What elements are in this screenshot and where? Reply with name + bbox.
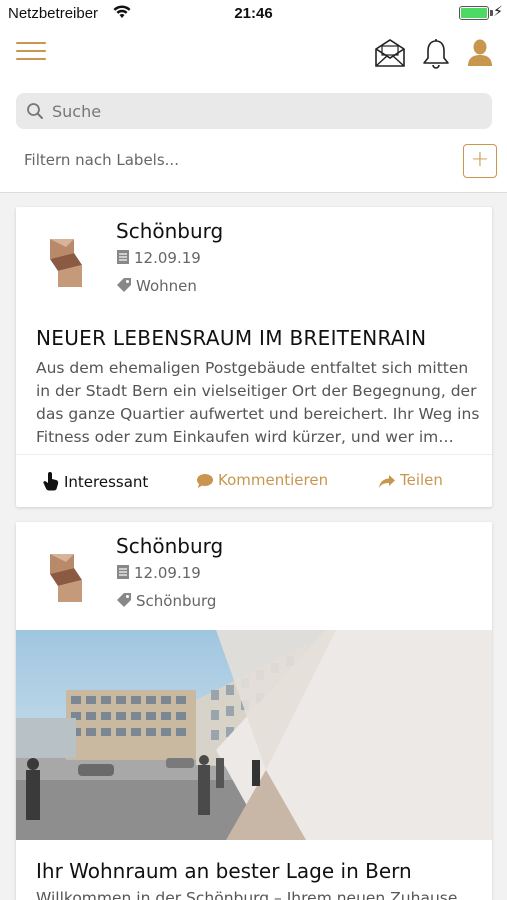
search-filter-area: + [0, 80, 507, 193]
user-icon [468, 39, 492, 66]
search-icon [27, 103, 43, 119]
clock: 21:46 [234, 5, 273, 22]
bell-icon [423, 39, 449, 69]
post-date-row: 12.09.19 [116, 564, 201, 582]
mail-button[interactable] [374, 38, 406, 70]
hand-pointer-icon [43, 472, 59, 491]
post-excerpt: Aus dem ehemaligen Postgebäude entfaltet… [36, 359, 480, 446]
interessant-button[interactable]: Interessant [42, 471, 148, 491]
post-date: 12.09.19 [134, 564, 201, 582]
share-arrow-icon [379, 475, 395, 488]
search-bar[interactable] [16, 93, 492, 129]
post-card[interactable]: Schönburg 12.09.19 Wohnen NEUER LEBENSRA… [16, 207, 492, 507]
menu-icon-line [16, 58, 46, 60]
menu-icon-line [16, 50, 46, 52]
post-author: Schönburg [116, 219, 224, 243]
tag-icon [117, 278, 131, 292]
share-label: Teilen [400, 471, 443, 489]
post-excerpt: Willkommen in der Schönburg – Ihrem neue… [36, 889, 458, 900]
comment-button[interactable]: Kommentieren [196, 471, 328, 489]
schoenburg-logo [50, 554, 82, 602]
menu-button[interactable] [16, 42, 46, 64]
label-filter-input[interactable] [24, 148, 424, 172]
envelope-icon [375, 39, 405, 67]
tag-icon [117, 593, 131, 607]
post-title: NEUER LEBENSRAUM IM BREITENRAIN [36, 326, 427, 350]
schoenburg-logo [50, 239, 82, 287]
share-button[interactable]: Teilen [378, 471, 443, 489]
post-card[interactable]: Schönburg 12.09.19 Schönburg Ihr Wohnrau… [16, 522, 492, 900]
post-date: 12.09.19 [134, 249, 201, 267]
post-image[interactable] [16, 630, 492, 840]
document-icon [117, 565, 129, 579]
speech-bubble-icon [197, 474, 213, 488]
document-icon [117, 250, 129, 264]
post-label[interactable]: Schönburg [136, 592, 216, 610]
charging-icon: ⚡ [493, 3, 503, 19]
add-label-button[interactable]: + [463, 144, 497, 178]
post-label-row: Wohnen [116, 277, 197, 295]
post-actions: Interessant Kommentieren Teilen [16, 454, 492, 504]
post-label-row: Schönburg [116, 592, 216, 610]
interessant-label: Interessant [64, 473, 149, 491]
profile-button[interactable] [466, 38, 498, 70]
battery-icon [459, 6, 489, 20]
status-bar: Netzbetreiber 21:46 ⚡ [0, 0, 507, 28]
menu-icon-line [16, 42, 46, 44]
notifications-button[interactable] [421, 38, 453, 70]
post-date-row: 12.09.19 [116, 249, 201, 267]
top-navigation-bar [0, 28, 507, 80]
post-title: Ihr Wohnraum an bester Lage in Bern [36, 859, 412, 883]
search-input[interactable] [52, 97, 472, 125]
post-label[interactable]: Wohnen [136, 277, 197, 295]
comment-label: Kommentieren [218, 471, 329, 489]
post-author: Schönburg [116, 534, 224, 558]
